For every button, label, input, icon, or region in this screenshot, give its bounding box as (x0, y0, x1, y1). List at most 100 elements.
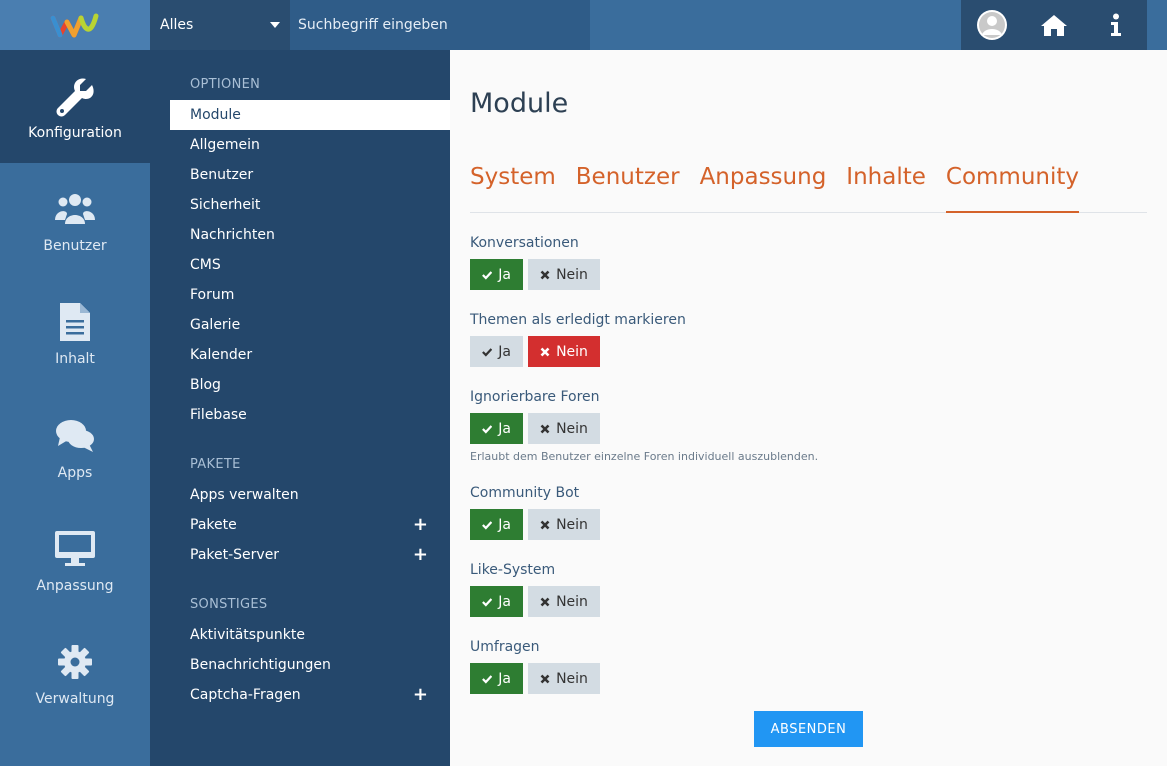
close-icon (540, 347, 550, 356)
yes-label: Ja (498, 266, 511, 283)
toggle-group: Ja Nein (470, 259, 1167, 290)
sub-nav-module[interactable]: Module (170, 100, 450, 130)
sub-sidebar: OPTIONEN Module Allgemein Benutzer Siche… (150, 50, 450, 766)
close-icon (540, 270, 550, 279)
section-heading-pakete: PAKETE (190, 457, 241, 472)
sub-nav-filebase[interactable]: Filebase (150, 400, 450, 430)
user-menu-button[interactable] (961, 0, 1023, 50)
search-scope-select[interactable]: Alles (150, 0, 290, 50)
tab-inhalte[interactable]: Inhalte (846, 164, 926, 213)
main-nav-apps[interactable]: Apps (0, 390, 150, 503)
option-row: Konversationen Ja Nein (470, 233, 1167, 290)
yes-button[interactable]: Ja (470, 259, 523, 290)
tab-system[interactable]: System (470, 164, 556, 213)
option-label: Like-System (470, 562, 556, 578)
no-button[interactable]: Nein (528, 413, 600, 444)
logo[interactable] (0, 0, 150, 50)
no-label: Nein (556, 670, 588, 687)
top-bar: Alles (0, 0, 1167, 50)
plus-icon[interactable]: + (413, 680, 428, 710)
section-heading-optionen: OPTIONEN (190, 77, 261, 92)
submit-button[interactable]: ABSENDEN (754, 711, 863, 747)
main-nav-label: Inhalt (55, 351, 95, 368)
option-row: Like-System Ja Nein (470, 560, 1167, 617)
tab-bar: System Benutzer Anpassung Inhalte Commun… (470, 164, 1147, 213)
option-label: Ignorierbare Foren (470, 389, 600, 405)
plus-icon[interactable]: + (413, 540, 428, 570)
no-button[interactable]: Nein (528, 336, 600, 367)
option-row: Ignorierbare Foren Ja Nein Erlaubt dem Benu… (470, 387, 1167, 463)
no-label: Nein (556, 420, 588, 437)
main-nav-label: Apps (57, 464, 93, 481)
toggle-group: Ja Nein (470, 413, 1167, 444)
main-nav-label: Anpassung (36, 577, 114, 594)
check-icon (482, 520, 493, 530)
yes-button[interactable]: Ja (470, 336, 523, 367)
sub-nav-nachrichten[interactable]: Nachrichten (150, 220, 450, 250)
main-nav-benutzer[interactable]: Benutzer (0, 163, 150, 276)
close-icon (540, 674, 550, 683)
page-title: Module (470, 88, 569, 119)
tab-anpassung[interactable]: Anpassung (700, 164, 827, 213)
sub-nav-galerie[interactable]: Galerie (150, 310, 450, 340)
document-icon (60, 303, 90, 342)
main-nav-verwaltung[interactable]: Verwaltung (0, 616, 150, 729)
sub-nav-captcha-fragen[interactable]: Captcha-Fragen + (150, 680, 450, 710)
check-icon (482, 270, 493, 280)
check-icon (482, 674, 493, 684)
sub-nav-paket-server[interactable]: Paket-Server + (150, 540, 450, 570)
sub-nav-apps-verwalten[interactable]: Apps verwalten (150, 480, 450, 510)
close-icon (540, 520, 550, 529)
main-sidebar: Konfiguration Benutzer Inhalt Apps Anpas… (0, 50, 150, 766)
option-label: Themen als erledigt markieren (470, 312, 686, 328)
no-label: Nein (556, 343, 588, 360)
info-button[interactable] (1085, 0, 1147, 50)
no-button[interactable]: Nein (528, 259, 600, 290)
chevron-down-icon (270, 22, 280, 28)
option-label: Konversationen (470, 235, 579, 251)
sub-nav-label: Pakete (190, 517, 237, 533)
search-input[interactable] (290, 0, 590, 50)
yes-label: Ja (498, 343, 511, 360)
sub-nav-benachrichtigungen[interactable]: Benachrichtigungen (150, 650, 450, 680)
sub-nav-cms[interactable]: CMS (150, 250, 450, 280)
sub-nav-kalender[interactable]: Kalender (150, 340, 450, 370)
avatar-icon (977, 10, 1007, 40)
sub-nav-forum[interactable]: Forum (150, 280, 450, 310)
no-button[interactable]: Nein (528, 663, 600, 694)
sub-nav-label: Paket-Server (190, 547, 280, 563)
sub-nav-benutzer[interactable]: Benutzer (150, 160, 450, 190)
no-button[interactable]: Nein (528, 509, 600, 540)
main-nav-konfiguration[interactable]: Konfiguration (0, 50, 150, 164)
option-label: Umfragen (470, 639, 540, 655)
info-icon (1111, 13, 1121, 36)
sub-nav-blog[interactable]: Blog (150, 370, 450, 400)
sub-nav-pakete[interactable]: Pakete + (150, 510, 450, 540)
sub-nav-aktivitaetspunkte[interactable]: Aktivitätspunkte (150, 620, 450, 650)
no-label: Nein (556, 266, 588, 283)
main-nav-anpassung[interactable]: Anpassung (0, 503, 150, 616)
sub-nav-allgemein[interactable]: Allgemein (150, 130, 450, 160)
sub-nav-sicherheit[interactable]: Sicherheit (150, 190, 450, 220)
yes-button[interactable]: Ja (470, 413, 523, 444)
tab-community[interactable]: Community (945, 164, 1080, 213)
option-label: Community Bot (470, 485, 580, 501)
monitor-icon (55, 530, 95, 566)
no-label: Nein (556, 516, 588, 533)
yes-label: Ja (498, 420, 511, 437)
yes-button[interactable]: Ja (470, 509, 523, 540)
user-tools (961, 0, 1147, 50)
home-button[interactable] (1023, 0, 1085, 50)
tab-benutzer[interactable]: Benutzer (576, 164, 680, 213)
toggle-group: Ja Nein (470, 586, 1167, 617)
no-label: Nein (556, 593, 588, 610)
yes-button[interactable]: Ja (470, 663, 523, 694)
sub-nav-label: Captcha-Fragen (190, 687, 301, 703)
main-nav-inhalt[interactable]: Inhalt (0, 277, 150, 390)
users-icon (55, 193, 95, 224)
no-button[interactable]: Nein (528, 586, 600, 617)
plus-icon[interactable]: + (413, 510, 428, 540)
yes-button[interactable]: Ja (470, 586, 523, 617)
toggle-group: Ja Nein (470, 336, 1167, 367)
option-description: Erlaubt dem Benutzer einzelne Foren indi… (470, 450, 819, 463)
